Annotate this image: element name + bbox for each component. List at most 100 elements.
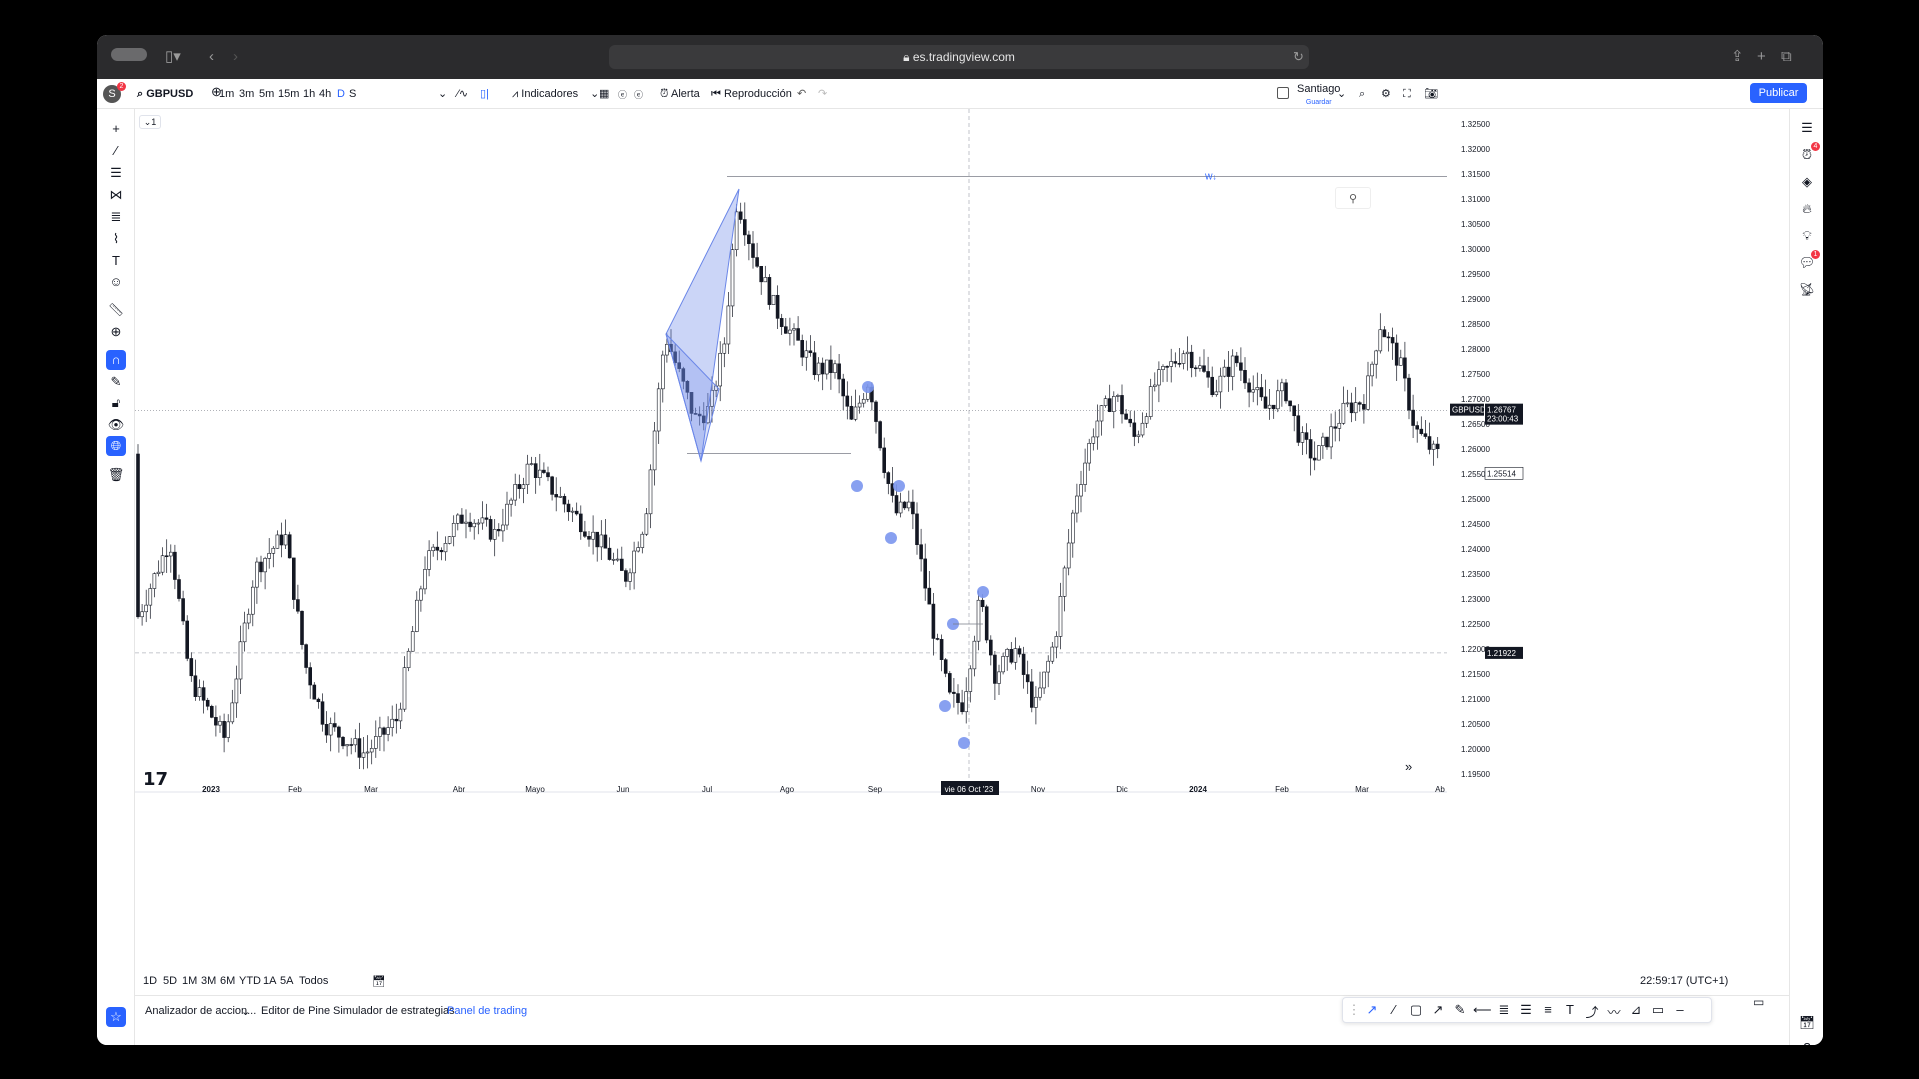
curve-icon[interactable]: ⤴: [1583, 1002, 1601, 1021]
interval-3m[interactable]: 3m: [239, 87, 254, 101]
globe-icon[interactable]: 🌐︎: [106, 436, 126, 456]
range-1D[interactable]: 1D: [143, 975, 157, 987]
interval-1m[interactable]: 1m: [219, 87, 234, 101]
interval-S[interactable]: S: [349, 87, 356, 101]
object-settings-icon[interactable]: ⚲: [1335, 187, 1371, 209]
emoji-icon[interactable]: ☺: [106, 272, 126, 292]
parallel-icon[interactable]: ≡: [1539, 1002, 1557, 1017]
alert-button[interactable]: ⏰︎ Alerta: [660, 87, 700, 101]
tab-0[interactable]: Analizador de accion...: [145, 1005, 256, 1017]
pattern-icon[interactable]: ⋈: [106, 185, 126, 205]
path-icon[interactable]: 〰: [1605, 1002, 1623, 1021]
camera-icon[interactable]: 📷︎: [1424, 87, 1438, 101]
chevron-down-icon[interactable]: ⌄: [241, 1005, 250, 1018]
reload-icon[interactable]: ↻: [1293, 47, 1304, 67]
share-icon[interactable]: ⇪: [1731, 47, 1744, 67]
tab-1[interactable]: Editor de Pine: [261, 1005, 330, 1017]
eye-icon[interactable]: 👁︎: [106, 415, 126, 435]
calendar-icon[interactable]: 📅︎: [1798, 1014, 1816, 1032]
angle-icon[interactable]: ⊿: [1627, 1002, 1645, 1018]
symbol-search[interactable]: ⌕ GBPUSD: [137, 87, 193, 101]
channel-icon[interactable]: ≣: [1495, 1002, 1513, 1018]
maximize-panel-icon[interactable]: ▭: [1753, 995, 1764, 1009]
avatar[interactable]: S2: [103, 82, 126, 103]
interval-5m[interactable]: 5m: [259, 87, 274, 101]
publish-button[interactable]: Publicar: [1750, 83, 1807, 103]
text-icon[interactable]: T: [1561, 1002, 1579, 1017]
legend-collapse[interactable]: ⌄1: [139, 115, 161, 129]
alerts-icon[interactable]: ⏰︎ 4: [1798, 142, 1820, 164]
chevron-down-icon[interactable]: ⌄: [1337, 87, 1346, 101]
drag-handle-icon[interactable]: ⋮: [1345, 1002, 1363, 1018]
range-YTD[interactable]: YTD: [239, 975, 261, 987]
e-icon[interactable]: ⓔ: [618, 88, 627, 102]
layout-checkbox[interactable]: [1277, 87, 1289, 99]
templates-icon[interactable]: ▦: [599, 87, 609, 101]
chart-pane[interactable]: 1.32500 1.32000 1.31500 1.31000 1.30500 1.300…: [135, 109, 1789, 951]
lock-icon[interactable]: 🔓︎: [106, 393, 126, 413]
forward-icon[interactable]: ›: [233, 47, 238, 67]
line-chart-icon[interactable]: ⁄∿: [457, 87, 468, 101]
measure-lines-icon[interactable]: ≣: [106, 207, 126, 227]
range-5D[interactable]: 5D: [163, 975, 177, 987]
traffic-toggle[interactable]: [111, 48, 147, 61]
calendar-icon[interactable]: 📅︎: [372, 975, 386, 988]
crosshair-icon[interactable]: +: [106, 119, 126, 139]
new-tab-icon[interactable]: +: [1757, 47, 1766, 67]
range-6M[interactable]: 6M: [220, 975, 235, 987]
broadcast-icon[interactable]: 📡︎: [1798, 281, 1816, 299]
sidebar-toggle-icon[interactable]: ▯▾: [165, 47, 181, 67]
range-1M[interactable]: 1M: [182, 975, 197, 987]
ruler-icon[interactable]: 📏︎: [106, 300, 126, 320]
candles-icon[interactable]: ▯|: [480, 87, 489, 101]
scroll-to-realtime-icon[interactable]: »: [1405, 759, 1412, 774]
quick-search-icon[interactable]: ⌕: [1359, 87, 1365, 101]
back-icon[interactable]: ‹: [209, 47, 214, 67]
undo-icon[interactable]: ↶: [797, 87, 806, 101]
url-bar[interactable]: 🔒︎ es.tradingview.com: [609, 45, 1309, 69]
magnet-icon[interactable]: ∩: [106, 350, 126, 370]
horizontal-ray-icon[interactable]: ⟵: [1473, 1002, 1492, 1018]
xabcd-icon[interactable]: ↗: [1363, 1002, 1381, 1018]
favorites-star-icon[interactable]: ☆: [106, 1007, 126, 1027]
range-5A[interactable]: 5A: [280, 975, 293, 987]
range-3M[interactable]: 3M: [201, 975, 216, 987]
ideas-icon[interactable]: 💡︎: [1798, 227, 1816, 245]
range-1A[interactable]: 1A: [263, 975, 276, 987]
minimize-icon[interactable]: –: [1671, 1002, 1689, 1017]
text-icon[interactable]: T: [106, 251, 126, 271]
trend-line-icon[interactable]: ⁄: [106, 141, 126, 161]
tab-2[interactable]: Simulador de estrategias: [333, 1005, 455, 1017]
layers-icon[interactable]: ◈: [1798, 173, 1816, 191]
layout-name[interactable]: Santiago Guardar: [1297, 82, 1340, 110]
rectangle-icon[interactable]: ▢: [1407, 1002, 1425, 1018]
tab-3[interactable]: Panel de trading: [447, 1005, 527, 1017]
hotlist-icon[interactable]: 🔥︎: [1798, 200, 1816, 218]
interval-4h[interactable]: 4h: [319, 87, 331, 101]
brush-icon[interactable]: ⌇: [106, 229, 126, 249]
trend-line-icon[interactable]: ⁄: [1385, 1002, 1403, 1017]
callout-icon[interactable]: ▭: [1649, 1002, 1667, 1018]
interval-15m[interactable]: 15m: [278, 87, 299, 101]
chat-icon[interactable]: 💬︎ 1: [1798, 250, 1820, 272]
replay-button[interactable]: ⏮ Reproducción: [711, 87, 792, 101]
interval-1h[interactable]: 1h: [303, 87, 315, 101]
price-chart[interactable]: 1.32500 1.32000 1.31500 1.31000 1.30500 1.300…: [135, 109, 1789, 951]
highlighter-icon[interactable]: ✎: [1451, 1002, 1469, 1018]
chevron-down-icon[interactable]: ⌄: [438, 87, 447, 101]
trash-icon[interactable]: 🗑︎: [106, 465, 126, 485]
settings-icon[interactable]: ⚙︎: [1381, 87, 1391, 101]
indicators-button[interactable]: ⩘ Indicadores ⌄: [512, 87, 599, 101]
redo-icon[interactable]: ↷: [818, 87, 827, 101]
fullscreen-icon[interactable]: ⛶: [1403, 87, 1411, 101]
zoom-in-icon[interactable]: ⊕: [106, 322, 126, 342]
tabs-overview-icon[interactable]: ⧉: [1781, 47, 1792, 67]
ray-icon[interactable]: ↗: [1429, 1002, 1447, 1018]
help-icon[interactable]: ?: [1798, 1039, 1816, 1045]
interval-D[interactable]: D: [337, 87, 345, 101]
range-Todos[interactable]: Todos: [299, 975, 328, 987]
fib-icon[interactable]: ☰: [106, 163, 126, 183]
pencil-lock-icon[interactable]: ✎: [106, 372, 126, 392]
watchlist-icon[interactable]: ☰: [1798, 119, 1816, 137]
fib-retracement-icon[interactable]: ☰: [1517, 1002, 1535, 1018]
